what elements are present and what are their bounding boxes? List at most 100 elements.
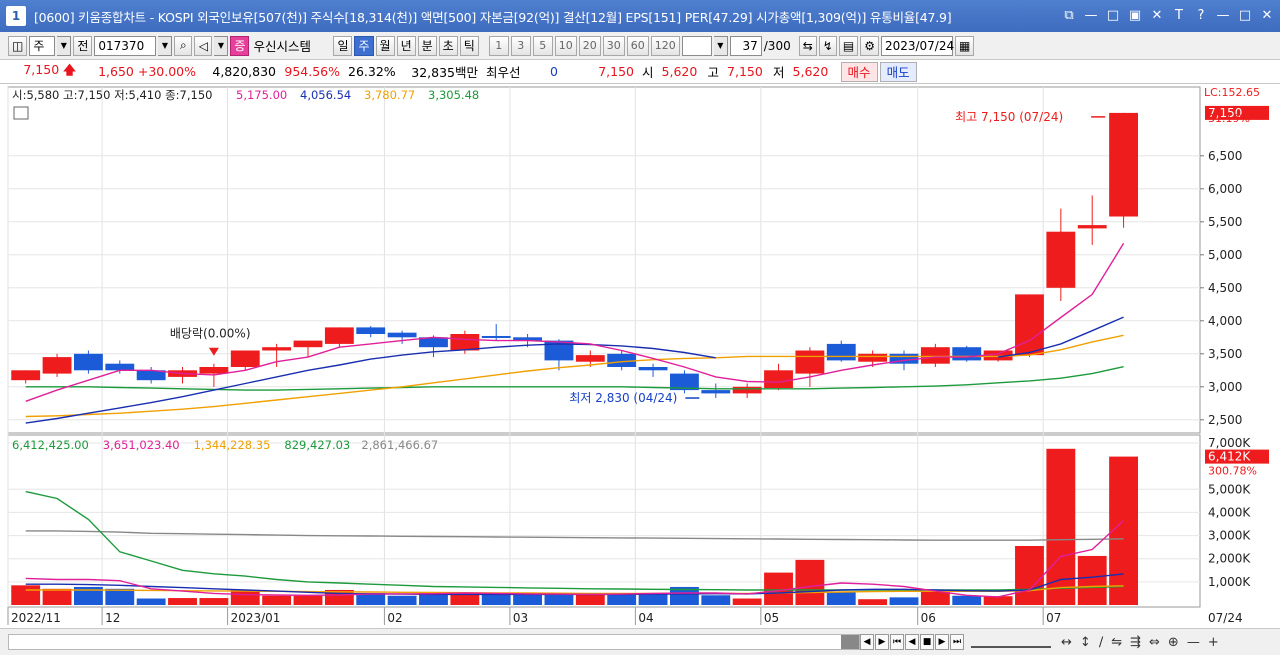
best-price: 7,150: [598, 64, 634, 79]
stop-button[interactable]: ■: [920, 634, 934, 650]
period-day[interactable]: 일: [333, 35, 353, 56]
minimize-button[interactable]: —: [1214, 6, 1232, 24]
volume-bar: [230, 589, 260, 605]
help-icon[interactable]: ?: [1192, 6, 1210, 24]
search-icon[interactable]: ⌕: [174, 35, 193, 56]
candle-body: [481, 335, 511, 338]
zoom-in-icon[interactable]: ⊕: [1168, 635, 1179, 650]
stock-chart[interactable]: 2022/11 12 2023/01 02 03 04 05 06 07 07/247,1506,…: [0, 85, 1280, 630]
candle-body: [858, 353, 888, 362]
calendar-icon[interactable]: ▦: [954, 35, 975, 56]
scroll-right-button[interactable]: ▶: [875, 634, 889, 650]
zoom-slider[interactable]: [971, 636, 1051, 648]
layout-icon[interactable]: ◫: [8, 35, 28, 56]
step-5[interactable]: 5: [532, 35, 553, 56]
candle-body: [230, 350, 260, 367]
step-1[interactable]: 1: [488, 35, 509, 56]
volume-legend-value: 2,861,466.67: [361, 438, 438, 452]
y-tick-label: 3,500: [1208, 347, 1242, 361]
chevron-down-icon[interactable]: ▼: [57, 35, 72, 56]
y-tick-label: 6,500: [1208, 149, 1242, 163]
tile-icon[interactable]: ▣: [1126, 6, 1144, 24]
low-label: 저: [773, 65, 785, 80]
first-button[interactable]: ⏮: [890, 634, 904, 650]
low-price: 5,620: [792, 64, 829, 79]
zoom-icon[interactable]: ⇆: [798, 35, 817, 56]
period-tick[interactable]: 틱: [459, 35, 479, 56]
step-30[interactable]: 30: [602, 35, 625, 56]
save-icon[interactable]: ▤: [838, 35, 859, 56]
step-10[interactable]: 10: [554, 35, 577, 56]
open-price: 5,620: [661, 64, 698, 79]
scroll-thumb[interactable]: [841, 635, 859, 649]
candle-body: [1109, 112, 1139, 217]
scroll-left-button[interactable]: ◀: [860, 634, 874, 650]
chart-area[interactable]: 2022/11 12 2023/01 02 03 04 05 06 07 07/24 7,150 6,…: [0, 85, 1280, 630]
pin-icon[interactable]: ✕: [1148, 6, 1166, 24]
maximize-icon[interactable]: □: [1104, 6, 1122, 24]
candle-body: [11, 370, 41, 381]
y-tick-label: 3,000: [1208, 380, 1242, 394]
x-tick-label: 04: [638, 611, 653, 625]
code-input[interactable]: 017370: [94, 35, 157, 56]
volume-bar: [293, 595, 323, 605]
turnover-rate: 26.32%: [348, 64, 396, 79]
volume-bar: [481, 594, 511, 605]
next-page-button[interactable]: ▶: [935, 634, 949, 650]
gear-icon[interactable]: ⚙: [860, 35, 879, 56]
scale-icon[interactable]: ↕: [1080, 635, 1091, 650]
range-tool-icon[interactable]: ⇔: [1149, 635, 1160, 650]
volume-bar: [920, 591, 950, 605]
channel-tool-icon[interactable]: ⇋: [1111, 635, 1122, 650]
restore-icon[interactable]: ⧉: [1060, 6, 1078, 24]
count-input[interactable]: 37: [729, 35, 762, 56]
draw-icon[interactable]: ↯: [818, 35, 837, 56]
step-120[interactable]: 120: [650, 35, 680, 56]
fan-tool-icon[interactable]: ⇶: [1130, 635, 1141, 650]
prev-page-button[interactable]: ◀: [905, 634, 919, 650]
step-20[interactable]: 20: [578, 35, 601, 56]
period-month[interactable]: 월: [375, 35, 395, 56]
price-change: 1,650 +30.00%: [98, 64, 196, 79]
current-price: 7,150 🡅: [23, 62, 76, 77]
volume-right-pct: 300.78%: [1208, 465, 1257, 478]
line-tool-icon[interactable]: ∕: [1099, 635, 1103, 650]
period-second[interactable]: 초: [438, 35, 458, 56]
buy-button[interactable]: 매수: [840, 61, 878, 82]
sell-button[interactable]: 매도: [879, 61, 917, 82]
volume-legend-value: 1,344,228.35: [194, 438, 271, 452]
price-legend-ma: 3,305.48: [428, 88, 479, 102]
stock-tag: 증: [230, 35, 250, 56]
period-minute[interactable]: 분: [417, 35, 437, 56]
text-icon[interactable]: T: [1170, 6, 1188, 24]
minimize-icon[interactable]: —: [1082, 6, 1100, 24]
chevron-down-icon[interactable]: ▼: [713, 35, 728, 56]
move-icon[interactable]: ↔: [1061, 635, 1072, 650]
close-button[interactable]: ✕: [1258, 6, 1276, 24]
chevron-down-icon[interactable]: ▼: [214, 35, 229, 56]
period-year[interactable]: 년: [396, 35, 416, 56]
step-3[interactable]: 3: [510, 35, 531, 56]
period-week[interactable]: 주: [354, 35, 374, 56]
step-60[interactable]: 60: [626, 35, 649, 56]
volume-bar: [1077, 555, 1107, 605]
speaker-icon[interactable]: ◁: [194, 35, 213, 56]
last-button[interactable]: ⏭: [950, 634, 964, 650]
candle-body: [1077, 225, 1107, 229]
period-select[interactable]: 주: [29, 35, 56, 56]
x-tick-label: 05: [764, 611, 779, 625]
candle-body: [73, 353, 103, 371]
volume: 4,820,830: [212, 64, 276, 79]
maximize-button[interactable]: □: [1236, 6, 1254, 24]
prev-button[interactable]: 전: [73, 35, 93, 56]
date-input[interactable]: 2023/07/24: [880, 35, 954, 56]
window-number: 1: [6, 6, 26, 26]
volume-bar: [387, 595, 417, 605]
high-annotation: 최고 7,150 (07/24): [955, 110, 1063, 124]
chevron-down-icon[interactable]: ▼: [158, 35, 173, 56]
step-custom-input[interactable]: [681, 35, 712, 56]
open-label: 시: [642, 65, 654, 80]
zoom-plus-icon[interactable]: +: [1208, 635, 1219, 650]
scroll-track[interactable]: [8, 634, 860, 650]
zoom-minus-icon[interactable]: —: [1187, 635, 1200, 650]
